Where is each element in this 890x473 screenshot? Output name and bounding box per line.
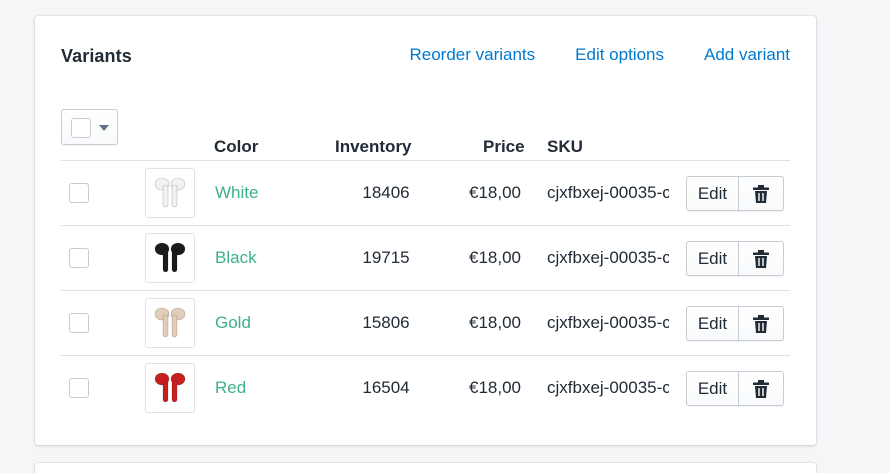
variant-sku: cjxfbxej-00035-c: [547, 183, 669, 202]
trash-icon: [753, 314, 769, 333]
trash-icon: [753, 379, 769, 398]
variant-price: €18,00: [469, 183, 521, 202]
variant-inventory: 18406: [362, 183, 410, 202]
variants-card: Variants Reorder variants Edit options A…: [35, 16, 816, 445]
variant-sku: cjxfbxej-00035-c: [547, 248, 669, 267]
card-title: Variants: [61, 46, 132, 66]
trash-icon: [753, 249, 769, 268]
column-header-sku: SKU: [547, 137, 583, 156]
variant-thumbnail: [145, 233, 195, 283]
earbuds-icon: [154, 242, 186, 273]
row-actions: Edit: [686, 306, 784, 341]
edit-button[interactable]: Edit: [686, 176, 739, 211]
variant-color-link[interactable]: White: [215, 183, 258, 203]
variant-inventory: 19715: [362, 248, 410, 267]
variant-price: €18,00: [469, 248, 521, 267]
column-header-inventory: Inventory: [335, 137, 412, 156]
reorder-variants-link[interactable]: Reorder variants: [409, 45, 535, 65]
select-all-checkbox[interactable]: [71, 118, 91, 138]
add-variant-link[interactable]: Add variant: [704, 45, 790, 65]
edit-button[interactable]: Edit: [686, 371, 739, 406]
edit-button[interactable]: Edit: [686, 306, 739, 341]
earbuds-icon: [154, 372, 186, 403]
variant-sku: cjxfbxej-00035-c: [547, 313, 669, 332]
earbuds-icon: [154, 307, 186, 338]
card-header-actions: Reorder variants Edit options Add varian…: [409, 45, 790, 65]
variant-thumbnail: [145, 298, 195, 348]
variant-color-link[interactable]: Red: [215, 378, 246, 398]
table-row: White 18406 €18,00 cjxfbxej-00035-c Edit: [61, 160, 790, 225]
row-checkbox[interactable]: [69, 378, 89, 398]
row-checkbox[interactable]: [69, 313, 89, 333]
column-header-color: Color: [214, 137, 259, 156]
caret-down-icon: [99, 125, 109, 131]
row-actions: Edit: [686, 371, 784, 406]
delete-button[interactable]: [738, 371, 784, 406]
variant-color-link[interactable]: Gold: [215, 313, 251, 333]
variant-thumbnail: [145, 168, 195, 218]
variant-inventory: 15806: [362, 313, 410, 332]
variant-sku: cjxfbxej-00035-c: [547, 378, 669, 397]
edit-options-link[interactable]: Edit options: [575, 45, 664, 65]
delete-button[interactable]: [738, 241, 784, 276]
bulk-select-dropdown[interactable]: [61, 109, 118, 145]
variant-price: €18,00: [469, 313, 521, 332]
variant-thumbnail: [145, 363, 195, 413]
row-checkbox[interactable]: [69, 183, 89, 203]
table-row: Gold 15806 €18,00 cjxfbxej-00035-c Edit: [61, 290, 790, 355]
column-header-price: Price: [483, 137, 525, 156]
variant-inventory: 16504: [362, 378, 410, 397]
trash-icon: [753, 184, 769, 203]
variant-color-link[interactable]: Black: [215, 248, 257, 268]
earbuds-icon: [154, 177, 186, 208]
row-actions: Edit: [686, 176, 784, 211]
edit-button[interactable]: Edit: [686, 241, 739, 276]
next-card: [35, 463, 816, 473]
delete-button[interactable]: [738, 306, 784, 341]
table-row: Red 16504 €18,00 cjxfbxej-00035-c Edit: [61, 355, 790, 420]
row-checkbox[interactable]: [69, 248, 89, 268]
variant-price: €18,00: [469, 378, 521, 397]
table-row: Black 19715 €18,00 cjxfbxej-00035-c Edit: [61, 225, 790, 290]
row-actions: Edit: [686, 241, 784, 276]
delete-button[interactable]: [738, 176, 784, 211]
